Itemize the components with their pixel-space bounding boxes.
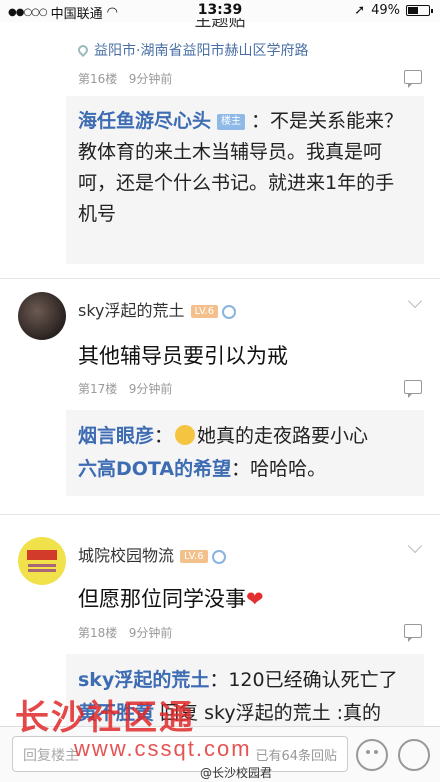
floor-number: 第18楼 xyxy=(78,626,118,640)
floor-content: 其他辅导员要引以为戒 xyxy=(78,344,288,368)
reply-username[interactable]: sky浮起的荒土 xyxy=(78,669,209,691)
reply-icon[interactable] xyxy=(404,380,422,398)
floor-number: 第17楼 xyxy=(78,382,118,396)
reply-text: ：120已经确认死亡了 xyxy=(209,669,398,691)
battery-icon xyxy=(406,5,433,16)
divider xyxy=(0,278,440,279)
emoji-icon[interactable] xyxy=(356,739,388,771)
watermark-text: 长沙社区通 xyxy=(15,698,195,738)
sub-reply-item: 六高DOTA的希望：哈哈哈。 xyxy=(78,453,412,486)
battery-percent: 49% xyxy=(371,3,400,18)
floor-time: 9分钟前 xyxy=(128,626,173,640)
sub-reply-block: 海任鱼游尽心头 楼主 ：不是关系能来？教体育的来土木当辅导员。我真是呵呵，还是个什么… xyxy=(66,96,424,264)
post-meta: 第16楼 9分钟前 xyxy=(78,70,172,87)
floor-content-text: 但愿那位同学没事 xyxy=(78,587,246,611)
avatar[interactable] xyxy=(18,292,66,340)
post-location: 益阳市·湖南省益阳市赫山区学府路 xyxy=(75,40,309,60)
reply-text: ：哈哈哈。 xyxy=(231,458,327,480)
reply-text: 她真的走夜路要小心 xyxy=(197,425,369,447)
floor-meta: 第18楼 9分钟前 xyxy=(78,624,172,641)
chevron-down-icon[interactable] xyxy=(407,538,423,554)
laughing-emoji-icon xyxy=(175,425,196,445)
reply-username[interactable]: 六高DOTA的希望 xyxy=(78,458,231,480)
chevron-down-icon[interactable] xyxy=(407,293,423,309)
floor-time: 9分钟前 xyxy=(128,382,173,396)
username-text[interactable]: 城院校园物流 xyxy=(78,546,174,565)
male-icon xyxy=(211,549,226,564)
watermark-url: www.cssqt.com xyxy=(74,736,252,761)
reply-username[interactable]: 烟言眼彦 xyxy=(78,425,154,447)
sub-reply-block: 烟言眼彦： 她真的走夜路要小心 六高DOTA的希望：哈哈哈。 xyxy=(66,410,424,496)
weibo-watermark: @长沙校园君 xyxy=(200,766,273,780)
male-icon xyxy=(222,304,237,319)
level-badge: LV.6 xyxy=(180,550,208,563)
divider xyxy=(0,514,440,515)
host-badge: 楼主 xyxy=(217,113,246,130)
floor-content: 但愿那位同学没事❤ xyxy=(78,583,264,613)
heart-icon: ❤ xyxy=(246,587,264,611)
floor-meta: 第17楼 9分钟前 xyxy=(78,380,172,397)
reply-username[interactable]: 海任鱼游尽心头 xyxy=(78,110,211,132)
location-pin-icon xyxy=(75,42,91,58)
page-title: 主题贴 xyxy=(194,18,246,31)
share-icon[interactable] xyxy=(398,739,430,771)
level-badge: LV.6 xyxy=(190,305,219,318)
reply-icon[interactable] xyxy=(404,624,422,642)
reply-count: 已有64条回贴 xyxy=(255,749,337,764)
location-text: 益阳市·湖南省益阳市赫山区学府路 xyxy=(94,43,309,59)
username[interactable]: 城院校园物流 LV.6 xyxy=(78,542,226,566)
avatar[interactable] xyxy=(18,537,66,585)
sub-reply-item: 烟言眼彦： 她真的走夜路要小心 xyxy=(78,425,369,447)
reply-placeholder: 回复楼主 xyxy=(23,748,79,764)
floor-number: 第16楼 xyxy=(78,72,118,86)
post-time: 9分钟前 xyxy=(128,72,173,86)
username[interactable]: sky浮起的荒土 LV.6 xyxy=(78,297,237,321)
username-text[interactable]: sky浮起的荒土 xyxy=(78,301,185,320)
location-arrow-icon: ➚ xyxy=(354,3,366,18)
reply-icon[interactable] xyxy=(404,70,422,88)
